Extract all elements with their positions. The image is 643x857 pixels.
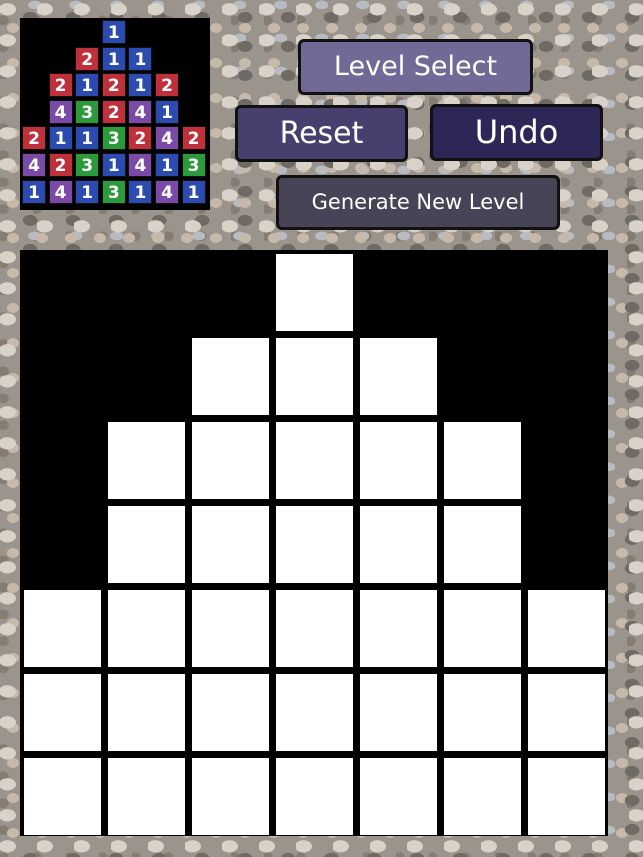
board-cell[interactable] <box>108 422 185 499</box>
preview-tile: 4 <box>128 153 153 177</box>
preview-tile: 2 <box>101 99 126 124</box>
preview-tile: 1 <box>181 179 206 204</box>
board-cell[interactable] <box>192 674 269 751</box>
preview-tile: 3 <box>101 126 126 151</box>
preview-tile: 3 <box>101 179 126 204</box>
board-cell[interactable] <box>444 674 521 751</box>
undo-button[interactable]: Undo <box>430 104 603 161</box>
board-cell[interactable] <box>24 590 101 667</box>
preview-tile: 1 <box>155 153 179 177</box>
board-cell[interactable] <box>360 590 437 667</box>
preview-tile: 4 <box>48 99 73 124</box>
board-cell[interactable] <box>192 338 269 415</box>
board-cell[interactable] <box>276 338 353 415</box>
board-cell[interactable] <box>444 758 521 835</box>
preview-tile: 1 <box>155 99 179 124</box>
board-cell[interactable] <box>276 422 353 499</box>
preview-tile: 4 <box>128 99 153 124</box>
game-board <box>20 250 608 836</box>
preview-tile: 2 <box>22 126 46 151</box>
board-cell[interactable] <box>528 758 605 835</box>
level-preview: 12112121243241211324242314131413141 <box>20 18 210 210</box>
board-cell[interactable] <box>276 674 353 751</box>
preview-tile: 2 <box>48 153 73 177</box>
preview-tile: 3 <box>75 99 100 124</box>
board-cell[interactable] <box>444 590 521 667</box>
generate-new-level-button[interactable]: Generate New Level <box>276 175 560 230</box>
reset-button[interactable]: Reset <box>235 105 408 162</box>
board-cell[interactable] <box>108 506 185 583</box>
preview-tile: 3 <box>181 153 206 177</box>
board-cell[interactable] <box>276 506 353 583</box>
preview-tile: 2 <box>155 73 179 98</box>
board-cell[interactable] <box>276 758 353 835</box>
board-cell[interactable] <box>360 506 437 583</box>
preview-tile: 2 <box>48 73 73 98</box>
board-cell[interactable] <box>528 590 605 667</box>
preview-tile: 4 <box>155 126 179 151</box>
board-cell[interactable] <box>192 506 269 583</box>
board-cell[interactable] <box>192 590 269 667</box>
level-select-button[interactable]: Level Select <box>298 39 533 95</box>
board-cell[interactable] <box>192 758 269 835</box>
board-cell[interactable] <box>276 254 353 331</box>
preview-tile: 4 <box>22 153 46 177</box>
board-cell[interactable] <box>24 758 101 835</box>
preview-tile: 2 <box>75 46 100 71</box>
board-cell[interactable] <box>276 590 353 667</box>
preview-tile: 1 <box>128 73 153 98</box>
board-cell[interactable] <box>108 590 185 667</box>
board-cell[interactable] <box>528 674 605 751</box>
preview-tile: 2 <box>181 126 206 151</box>
preview-tile: 2 <box>128 126 153 151</box>
board-cell[interactable] <box>444 422 521 499</box>
board-cell[interactable] <box>192 422 269 499</box>
preview-tile: 1 <box>101 153 126 177</box>
preview-tile: 2 <box>101 73 126 98</box>
preview-tile: 1 <box>101 46 126 71</box>
board-cell[interactable] <box>360 758 437 835</box>
board-cell[interactable] <box>360 422 437 499</box>
preview-tile: 4 <box>48 179 73 204</box>
preview-tile: 1 <box>75 179 100 204</box>
preview-tile: 3 <box>75 153 100 177</box>
preview-tile: 1 <box>128 46 153 71</box>
preview-tile: 1 <box>22 179 46 204</box>
preview-tile: 1 <box>75 73 100 98</box>
preview-tile: 1 <box>48 126 73 151</box>
board-cell[interactable] <box>108 758 185 835</box>
board-cell[interactable] <box>360 674 437 751</box>
board-cell[interactable] <box>360 338 437 415</box>
board-cell[interactable] <box>444 506 521 583</box>
board-cell[interactable] <box>108 674 185 751</box>
preview-tile: 1 <box>75 126 100 151</box>
preview-tile: 4 <box>155 179 179 204</box>
board-cell[interactable] <box>24 674 101 751</box>
preview-tile: 1 <box>101 20 126 44</box>
preview-tile: 1 <box>128 179 153 204</box>
